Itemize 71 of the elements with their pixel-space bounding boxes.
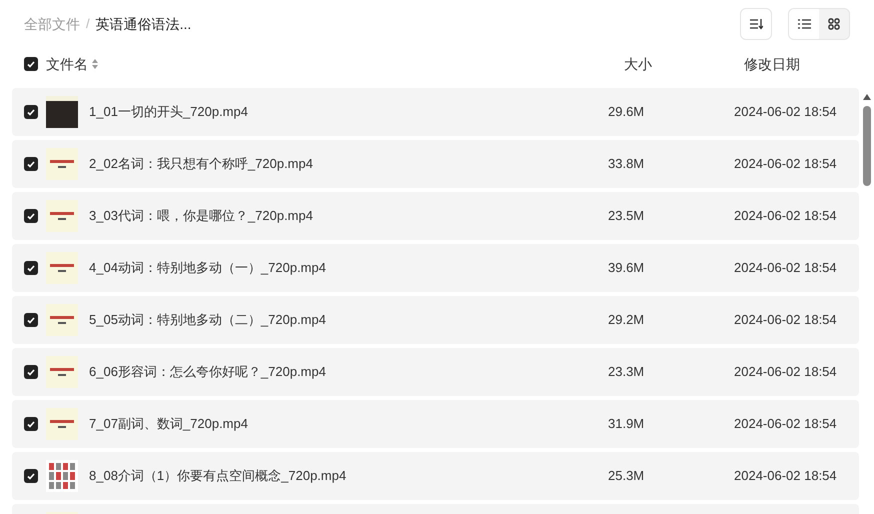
file-row[interactable]: 6_06形容词：怎么夸你好呢？_720p.mp4 23.3M 2024-06-02 18:54 [12,348,859,396]
checkbox[interactable] [24,105,38,119]
video-thumbnail [46,148,78,180]
file-name: 5_05动词：特别地多动（二）_720p.mp4 [89,311,326,330]
video-thumbnail [46,200,78,232]
modified-date: 2024-06-02 18:54 [734,467,838,486]
file-name: 2_02名词：我只想有个称呼_720p.mp4 [89,155,313,174]
breadcrumb-current[interactable]: 英语通俗语法... [96,14,192,34]
checkbox[interactable] [24,209,38,223]
file-size: 23.3M [608,363,646,382]
file-size: 29.2M [608,311,646,330]
modified-date: 2024-06-02 18:54 [734,415,838,434]
file-size: 25.3M [608,467,646,486]
check-icon [27,264,35,272]
scrollbar-thumb[interactable] [863,106,871,186]
file-name: 8_08介词（1）你要有点空间概念_720p.mp4 [89,467,346,486]
file-row[interactable]: 5_05动词：特别地多动（二）_720p.mp4 29.2M 2024-06-02 18:54 [12,296,859,344]
video-thumbnail [46,304,78,336]
file-row[interactable]: 8_08介词（1）你要有点空间概念_720p.mp4 25.3M 2024-06-02 18:54 [12,452,859,500]
video-thumbnail [46,460,78,492]
sort-button[interactable] [740,8,772,40]
file-row[interactable]: 3_03代词：喂，你是哪位？_720p.mp4 23.5M 2024-06-02 18:54 [12,192,859,240]
list-view-button[interactable] [789,9,819,39]
list-icon [798,19,810,29]
file-name: 7_07副词、数词_720p.mp4 [89,415,248,434]
modified-date: 2024-06-02 18:54 [734,259,838,278]
checkbox[interactable] [24,469,38,483]
file-row[interactable]: 4_04动词：特别地多动（一）_720p.mp4 39.6M 2024-06-02 18:54 [12,244,859,292]
file-name: 6_06形容词：怎么夸你好呢？_720p.mp4 [89,363,326,382]
checkbox[interactable] [24,365,38,379]
file-size: 31.9M [608,415,646,434]
file-size: 29.6M [608,103,646,122]
photo-placeholder [46,96,78,128]
sort-icon [749,18,763,30]
file-size: 23.5M [608,207,646,226]
grid-icon [828,18,840,30]
sort-arrows-icon [92,59,98,69]
check-icon [27,160,35,168]
modified-date: 2024-06-02 18:54 [734,311,838,330]
column-header[interactable]: 大小 [624,54,744,74]
check-icon [27,212,35,220]
breadcrumb-separator: / [86,15,90,34]
check-icon [27,472,35,480]
video-thumbnail [46,356,78,388]
column-header[interactable]: 修改日期 [744,54,874,74]
check-icon [27,368,35,376]
checkbox[interactable] [24,157,38,171]
file-row[interactable]: 1_01一切的开头_720p.mp4 29.6M 2024-06-02 18:54 [12,88,859,136]
checkbox[interactable] [24,261,38,275]
check-icon [27,316,35,324]
modified-date: 2024-06-02 18:54 [734,155,838,174]
file-name: 4_04动词：特别地多动（一）_720p.mp4 [89,259,326,278]
file-row[interactable]: 2_02名词：我只想有个称呼_720p.mp4 33.8M 2024-06-02 18:54 [12,140,859,188]
checkbox[interactable] [24,57,38,71]
file-name: 3_03代词：喂，你是哪位？_720p.mp4 [89,207,313,226]
video-thumbnail [46,252,78,284]
scroll-up-icon[interactable] [863,94,871,100]
check-icon [27,420,35,428]
modified-date: 2024-06-02 18:54 [734,363,838,382]
video-thumbnail [46,408,78,440]
file-size: 39.6M [608,259,646,278]
check-icon [27,60,35,68]
check-icon [27,108,35,116]
column-header[interactable]: 文件名 [46,54,88,74]
modified-date: 2024-06-02 18:54 [734,207,838,226]
checkbox[interactable] [24,417,38,431]
file-size: 33.8M [608,155,646,174]
checkbox[interactable] [24,313,38,327]
file-name: 1_01一切的开头_720p.mp4 [89,103,248,122]
file-row[interactable]: 7_07副词、数词_720p.mp4 31.9M 2024-06-02 18:54 [12,400,859,448]
modified-date: 2024-06-02 18:54 [734,103,838,122]
